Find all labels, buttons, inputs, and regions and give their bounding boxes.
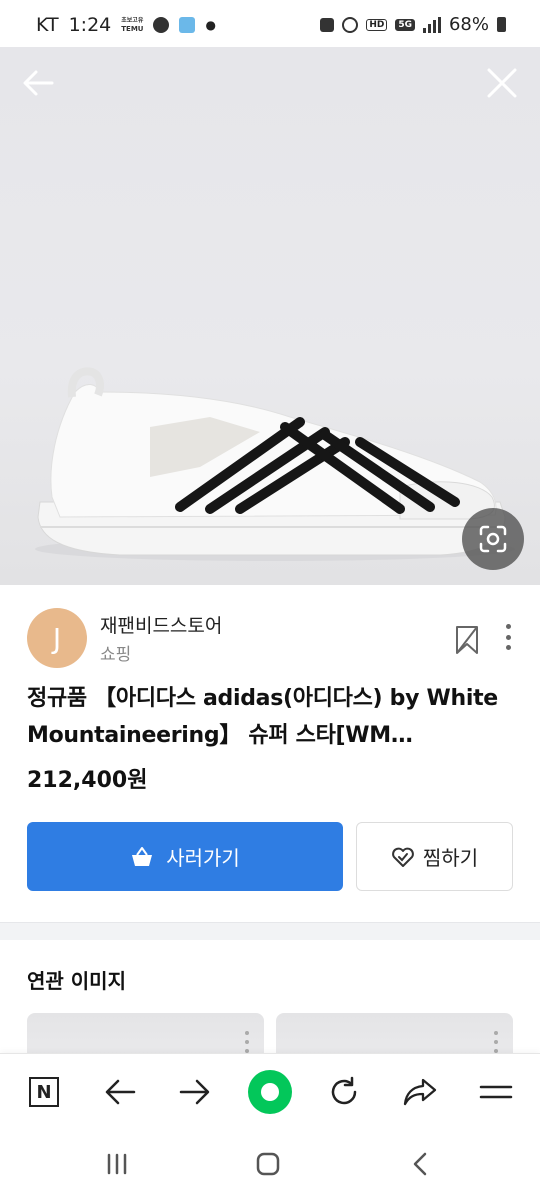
sneaker-illustration: [35, 367, 515, 561]
home-button[interactable]: [248, 1149, 288, 1179]
refresh-button[interactable]: [322, 1070, 366, 1114]
share-arrow-icon: [403, 1078, 437, 1106]
dot-icon: ●: [205, 18, 216, 32]
battery-icon: [497, 17, 506, 32]
close-icon[interactable]: [484, 65, 520, 101]
browser-toolbar: N: [0, 1053, 540, 1129]
carrier-label: KT: [36, 14, 59, 36]
wish-button[interactable]: 찜하기: [356, 822, 513, 891]
buy-button[interactable]: 사러가기: [27, 822, 343, 891]
back-button[interactable]: [98, 1070, 142, 1114]
lens-search-icon: [479, 525, 507, 553]
green-dot-button[interactable]: [248, 1070, 292, 1114]
status-bar: KT 1:24 초보고유 TEMU ● HD 5G 68%: [0, 0, 540, 50]
shopping-basket-icon: [132, 846, 153, 866]
bookmark-icon[interactable]: [454, 624, 480, 656]
related-images-title: 연관 이미지: [27, 969, 126, 993]
product-image[interactable]: [0, 47, 540, 585]
app-badge-top: 초보고유: [121, 17, 144, 24]
chat-notification-icon: [153, 17, 170, 33]
image-notification-icon: [179, 17, 196, 33]
arrow-left-icon[interactable]: [18, 63, 58, 103]
seller-name[interactable]: 재팬비드스토어: [100, 611, 222, 638]
battery-percent: 68%: [448, 14, 489, 35]
menu-button[interactable]: [474, 1070, 518, 1114]
lens-search-button[interactable]: [462, 508, 524, 570]
section-divider: [0, 922, 540, 940]
share-button[interactable]: [398, 1070, 442, 1114]
recent-apps-button[interactable]: [97, 1149, 137, 1179]
product-price: 212,400원: [27, 768, 148, 793]
green-dot-icon: [248, 1070, 292, 1114]
naver-home-button[interactable]: N: [22, 1070, 66, 1114]
seller-category: 쇼핑: [100, 645, 132, 665]
home-icon: [256, 1152, 280, 1176]
app-badge: 초보고유 TEMU: [121, 17, 143, 33]
buy-button-label: 사러가기: [166, 848, 240, 870]
chevron-left-icon: [413, 1152, 427, 1176]
thumb-more-icon[interactable]: [493, 1031, 499, 1053]
signal-icon: [422, 16, 441, 33]
arrow-left-icon: [105, 1079, 136, 1105]
forward-button[interactable]: [173, 1070, 217, 1114]
recent-apps-icon: [107, 1153, 127, 1175]
alarm-icon: [342, 16, 359, 33]
seller-avatar[interactable]: J: [27, 608, 87, 668]
clock: 1:24: [68, 14, 112, 36]
heart-icon: [392, 847, 414, 867]
lock-icon: [320, 17, 335, 32]
network-badge: 5G: [395, 18, 415, 31]
wish-button-label: 찜하기: [422, 848, 479, 870]
refresh-icon: [331, 1076, 357, 1105]
system-nav-bar: [0, 1129, 540, 1200]
naver-n-icon: N: [29, 1077, 59, 1107]
app-badge-bottom: TEMU: [121, 25, 144, 33]
hd-badge: HD: [366, 18, 388, 31]
thumb-more-icon[interactable]: [244, 1031, 250, 1053]
product-title[interactable]: 정규품 【아디다스 adidas(아디다스) by White Mountain…: [27, 680, 517, 754]
status-right: HD 5G 68%: [320, 14, 506, 35]
hamburger-menu-icon: [479, 1085, 513, 1099]
arrow-right-icon: [179, 1079, 210, 1105]
status-left: KT 1:24 초보고유 TEMU ●: [36, 14, 216, 36]
more-options-icon[interactable]: [500, 624, 516, 650]
system-back-button[interactable]: [400, 1149, 440, 1179]
